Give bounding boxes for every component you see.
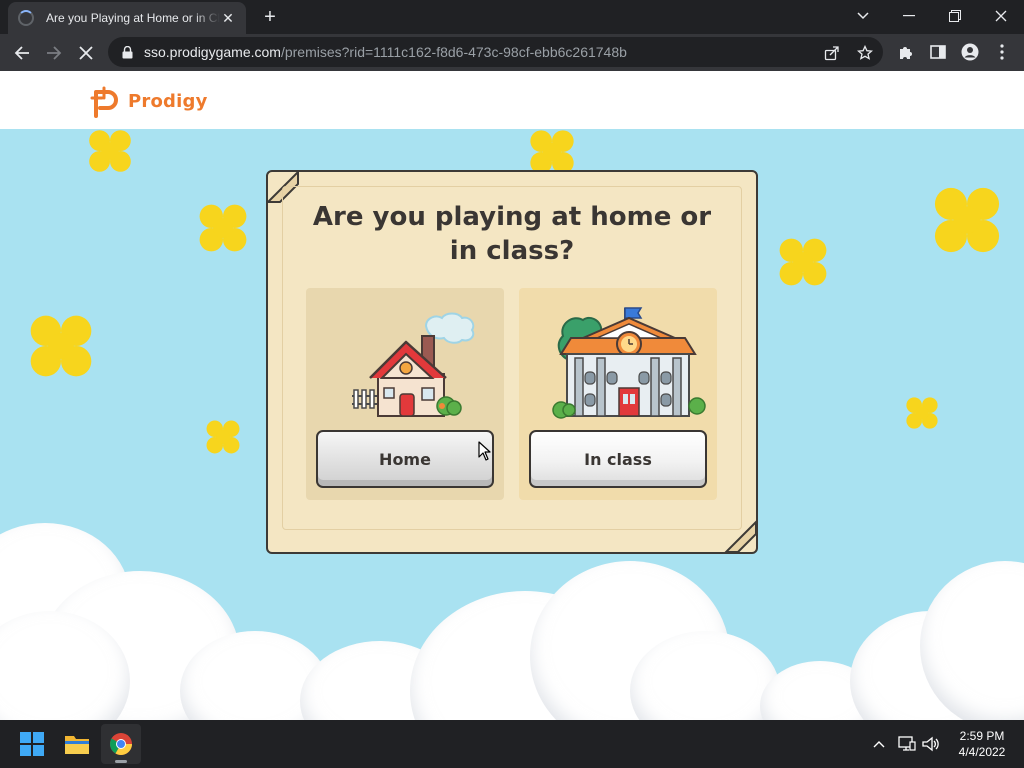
mouse-pointer-icon — [478, 441, 491, 461]
tab-strip: Are you Playing at Home or in Class? ✕ + — [0, 0, 1024, 34]
volume-speaker-icon[interactable] — [921, 734, 941, 754]
url-text[interactable]: sso.prodigygame.com/premises?rid=1111c16… — [144, 44, 627, 60]
site-header: Prodigy — [0, 71, 1024, 129]
tab-title: Are you Playing at Home or in Class? — [46, 11, 221, 25]
lock-icon[interactable] — [120, 45, 134, 59]
profile-avatar-icon[interactable] — [960, 42, 980, 62]
close-window-button[interactable] — [978, 0, 1024, 32]
logo-text: Prodigy — [128, 90, 208, 112]
in-class-option-card[interactable]: In class — [519, 288, 717, 500]
in-class-button[interactable]: In class — [529, 430, 707, 488]
minimize-button[interactable] — [886, 0, 932, 32]
bookmark-star-icon[interactable] — [856, 44, 874, 62]
file-explorer-icon[interactable] — [57, 724, 97, 764]
browser-toolbar: sso.prodigygame.com/premises?rid=1111c16… — [0, 34, 1024, 71]
address-bar[interactable]: sso.prodigygame.com/premises?rid=1111c16… — [108, 37, 883, 67]
side-panel-icon[interactable] — [928, 42, 948, 62]
prodigy-p-logo-icon — [90, 86, 118, 118]
forward-arrow-icon[interactable] — [40, 39, 68, 67]
sparkle-decoration — [89, 130, 131, 172]
browser-menu-icon[interactable] — [992, 42, 1012, 62]
sparkle-decoration — [30, 315, 92, 377]
stop-loading-icon[interactable] — [72, 39, 100, 67]
system-clock[interactable]: 2:59 PM 4/4/2022 — [944, 728, 1020, 760]
sparkle-decoration — [199, 204, 247, 252]
chrome-taskbar-icon[interactable] — [101, 724, 141, 764]
prodigy-logo[interactable]: Prodigy — [90, 84, 208, 118]
back-arrow-icon[interactable] — [8, 39, 36, 67]
loading-spinner-icon — [18, 10, 34, 26]
sparkle-decoration — [206, 420, 240, 454]
windows-taskbar: 2:59 PM 4/4/2022 — [0, 720, 1024, 768]
sparkle-decoration — [934, 187, 1000, 253]
clock-date: 4/4/2022 — [958, 745, 1006, 759]
question-title: Are you playing at home or in class? — [312, 202, 712, 266]
share-icon[interactable] — [823, 44, 841, 62]
question-card: Are you playing at home or in class? Hom… — [266, 170, 758, 554]
extensions-puzzle-icon[interactable] — [896, 42, 916, 62]
restore-button[interactable] — [932, 0, 978, 32]
network-icon[interactable] — [897, 734, 917, 754]
house-illustration-icon — [352, 312, 475, 417]
home-button[interactable]: Home — [316, 430, 494, 488]
windows-start-icon[interactable] — [12, 724, 52, 764]
home-option-card[interactable]: Home — [306, 288, 504, 500]
new-tab-button[interactable]: + — [258, 6, 282, 28]
browser-tab[interactable]: Are you Playing at Home or in Class? ✕ — [8, 2, 246, 34]
clock-time: 2:59 PM — [959, 729, 1005, 743]
page-viewport: Prodigy Are you playing at home or in cl… — [0, 71, 1024, 720]
sparkle-decoration — [779, 238, 827, 286]
tab-search-icon[interactable] — [840, 0, 886, 32]
sparkle-decoration — [906, 397, 938, 429]
tab-close-icon[interactable]: ✕ — [220, 10, 236, 27]
show-hidden-icons-chevron-icon[interactable] — [869, 734, 889, 754]
school-illustration-icon — [552, 307, 706, 419]
